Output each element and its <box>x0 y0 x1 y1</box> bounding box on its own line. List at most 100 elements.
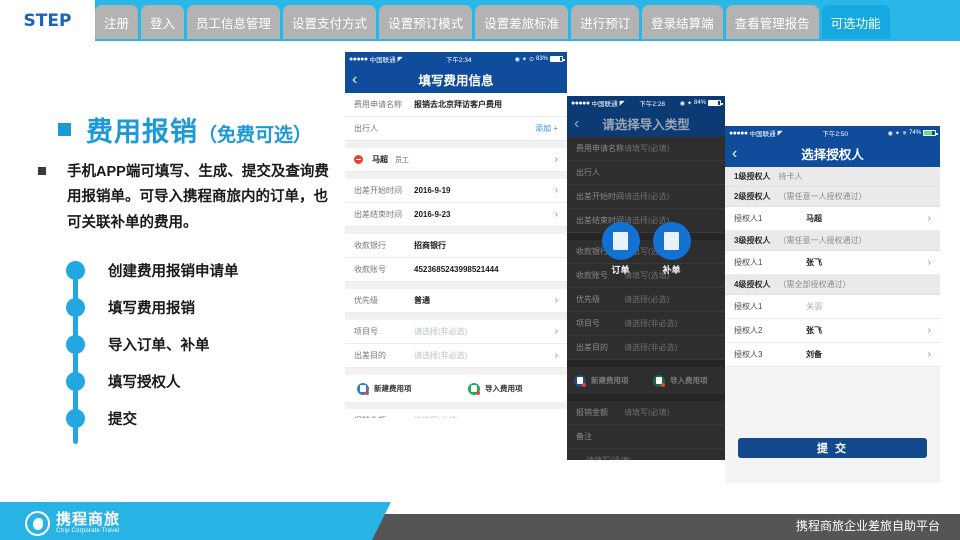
traveler-name: 马超 <box>372 155 388 164</box>
step-tab-2[interactable]: 员工信息管理 <box>187 5 281 39</box>
step-tab-3[interactable]: 设置支付方式 <box>283 5 377 39</box>
timeline-item-3: 填写授权人 <box>60 363 340 400</box>
status-time: 下午2:50 <box>822 131 848 138</box>
step-tab-7[interactable]: 登录结算端 <box>642 5 723 39</box>
field-row-expense-name: 费用申请名称 请填写(必填) <box>567 137 725 161</box>
step-tab-9[interactable]: 可选功能 <box>821 5 890 39</box>
field-label: 出行人 <box>354 124 378 133</box>
status-bar: ●●●●● 中国联通 ◤ 下午2:34 ◉ ✦ ⊙ 83% <box>345 52 567 66</box>
alarm-icon: ✦ <box>521 56 527 63</box>
step-tab-0[interactable]: 注册 <box>95 5 139 39</box>
authorizer-row[interactable]: 授权人3 刘备 › <box>725 343 940 367</box>
battery-percent: 74% <box>908 130 921 136</box>
blank-area <box>725 367 940 429</box>
signal-dots-icon: ●●●●● <box>571 99 590 107</box>
add-traveler-link[interactable]: 添加 + <box>535 123 558 134</box>
authorizer-group-header: 4级授权人 （需全部授权通过） <box>725 275 940 295</box>
square-bullet-icon <box>38 167 46 175</box>
step-tab-8[interactable]: 查看管理报告 <box>725 5 819 39</box>
field-row-purpose[interactable]: 出差目的 请选择(非必选) › <box>345 344 567 368</box>
import-option-label: 订单 <box>611 265 630 275</box>
new-document-icon <box>357 382 369 395</box>
location-icon: ◉ <box>514 56 520 63</box>
authorizer-level-note: 持卡人 <box>778 172 803 181</box>
carrier-label: 中国联通 <box>591 101 618 108</box>
field-row-expense-name[interactable]: 费用申请名称 报销去北京拜访客户费用 <box>345 93 567 117</box>
battery-percent: 83% <box>535 56 548 62</box>
submit-button[interactable]: 提 交 <box>738 438 927 458</box>
field-label: 报销金额 <box>354 415 414 418</box>
import-expense-item-button[interactable]: 导入费用项 <box>456 382 567 395</box>
dimmed-form-background: 费用申请名称 请填写(必填) 出行人 出差开始时间 请选择(必选) 出差结束时间… <box>567 137 725 460</box>
step-tab-4[interactable]: 设置预订模式 <box>379 5 473 39</box>
field-row-priority: 优先级 请选择(必选) <box>567 288 725 312</box>
import-expense-item-label: 导入费用项 <box>670 376 708 385</box>
field-row-bank[interactable]: 收款银行 招商银行 <box>345 234 567 258</box>
chevron-right-icon: › <box>554 326 558 337</box>
timeline-item-0: 创建费用报销申请单 <box>60 252 340 289</box>
field-label: 出差目的 <box>576 343 608 352</box>
chevron-right-icon: › <box>554 154 558 165</box>
phone-screenshot-expense-form: ●●●●● 中国联通 ◤ 下午2:34 ◉ ✦ ⊙ 83% ‹ 填写费用信息 费… <box>345 52 567 418</box>
step-tab-1[interactable]: 登入 <box>141 5 185 39</box>
location-icon: ◉ <box>887 130 893 137</box>
remove-traveler-icon[interactable] <box>354 155 363 164</box>
timeline-label: 提交 <box>108 412 137 428</box>
new-expense-item-button: 新建费用项 <box>567 374 646 387</box>
back-arrow-icon[interactable]: ‹ <box>352 71 357 88</box>
new-expense-item-label: 新建费用项 <box>374 384 412 393</box>
import-expense-item-label: 导入费用项 <box>485 384 523 393</box>
amount-input-placeholder[interactable]: 请填写(必填) <box>414 415 558 418</box>
field-row-traveler[interactable]: 出行人 添加 + <box>345 117 567 141</box>
authorizer-row[interactable]: 授权人1 张飞 › <box>725 251 940 275</box>
field-label: 出差结束时间 <box>354 210 402 219</box>
authorizer-name: 马超 <box>806 214 822 223</box>
step-navigation-bar: STEP 注册 登入 员工信息管理 设置支付方式 设置预订模式 设置差旅标准 进行预订 登录结… <box>0 0 960 41</box>
import-option-supplement[interactable]: 补单 <box>652 222 691 276</box>
battery-percent: 84% <box>693 100 706 106</box>
authorizer-slot-label: 授权人2 <box>734 326 763 335</box>
authorizer-row[interactable]: 授权人1 马超 › <box>725 207 940 231</box>
authorizer-row[interactable]: 授权人2 张飞 › <box>725 319 940 343</box>
page-title: 费用报销（免费可选） <box>58 110 312 149</box>
import-option-order[interactable]: 订单 <box>601 222 640 276</box>
timeline-dot-icon <box>66 298 85 317</box>
step-tab-6[interactable]: 进行预订 <box>571 5 640 39</box>
section-divider <box>345 282 567 289</box>
field-value: 请选择(必选) <box>624 295 670 304</box>
new-expense-item-button[interactable]: 新建费用项 <box>345 382 456 395</box>
field-row-end-date[interactable]: 出差结束时间 2016-9-23 › <box>345 203 567 227</box>
chevron-right-icon: › <box>554 350 558 361</box>
field-row-purpose: 出差目的 请选择(非必选) <box>567 336 725 360</box>
authorizer-row[interactable]: 授权人1 关羽 <box>725 295 940 319</box>
field-label: 备注 <box>576 432 592 441</box>
field-row-amount: 报销金额 请填写(必填) <box>567 401 725 425</box>
chevron-right-icon: › <box>927 349 931 360</box>
traveler-item-row[interactable]: 马超 员工 › <box>345 148 567 172</box>
timeline-dot-icon <box>66 409 85 428</box>
step-tab-5[interactable]: 设置差旅标准 <box>475 5 569 39</box>
authorizer-slot-label: 授权人1 <box>734 258 763 267</box>
field-row-remark: 备注 <box>567 425 725 449</box>
new-expense-item-label: 新建费用项 <box>591 376 629 385</box>
import-type-modal: 订单 补单 <box>567 222 725 276</box>
back-arrow-icon[interactable]: ‹ <box>732 145 737 162</box>
field-row-priority[interactable]: 优先级 普通 › <box>345 289 567 313</box>
timeline-item-4: 提交 <box>60 400 340 437</box>
authorizer-group-header: 2级授权人 （需任意一人授权通过） <box>725 187 940 207</box>
field-row-account[interactable]: 收款账号 4523685243998521444 <box>345 258 567 282</box>
field-label: 出差目的 <box>354 351 386 360</box>
alarm-icon: ✦ <box>686 100 692 107</box>
page-title-main: 费用报销 <box>86 117 198 147</box>
expense-item-actions: 新建费用项 导入费用项 <box>567 367 725 394</box>
brand-logo: 携程商旅 Ctrip Corporate Travel <box>25 511 120 536</box>
field-label: 出差开始时间 <box>354 186 402 195</box>
alarm-icon: ✦ <box>894 130 900 137</box>
field-row-amount[interactable]: 报销金额 请填写(必填) <box>345 409 567 418</box>
nav-title: 填写费用信息 <box>418 74 494 88</box>
section-divider <box>345 402 567 409</box>
chevron-right-icon: › <box>554 295 558 306</box>
field-row-start-date[interactable]: 出差开始时间 2016-9-19 › <box>345 179 567 203</box>
field-row-project[interactable]: 项目号 请选择(非必选) › <box>345 320 567 344</box>
authorizer-slot-label: 授权人3 <box>734 350 763 359</box>
